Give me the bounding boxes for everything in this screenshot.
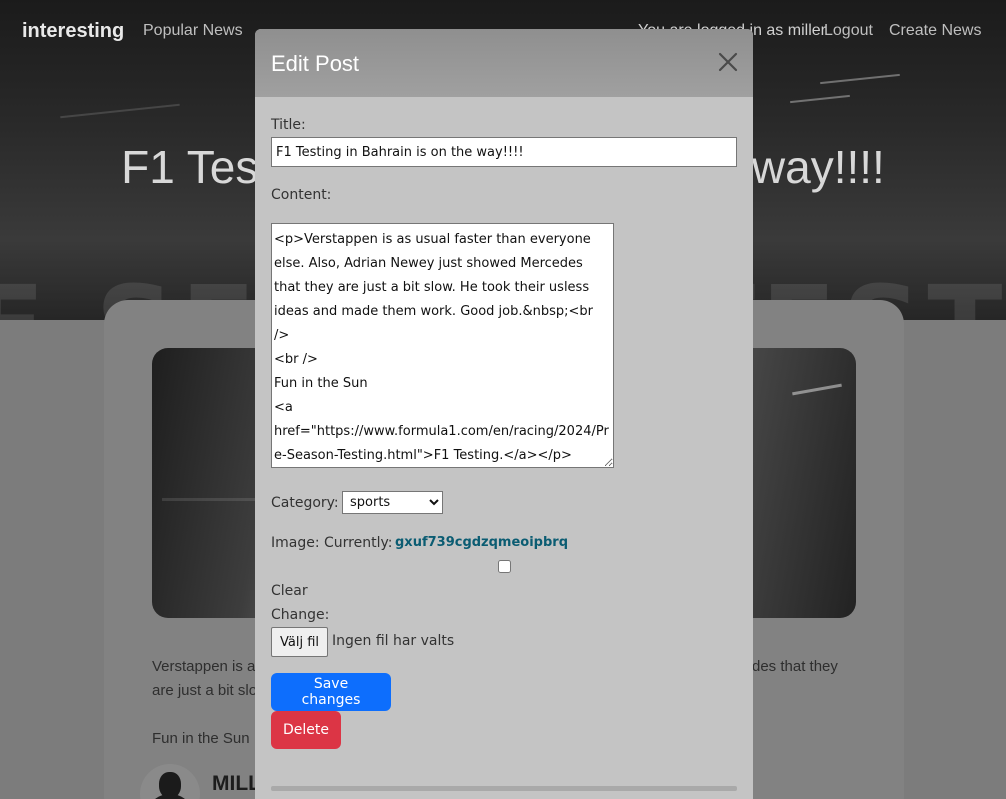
light-streak: [820, 73, 900, 85]
file-status-text: Ingen fil har valts: [332, 633, 455, 649]
close-icon: [718, 52, 738, 72]
edit-post-modal: Edit Post Title: Content: <p>Verstappen …: [255, 29, 753, 799]
post-body-line-1-left: Verstappen is a: [152, 658, 256, 675]
nav-link-logout[interactable]: Logout: [824, 22, 873, 40]
delete-button[interactable]: Delete: [271, 711, 341, 749]
post-body-line-2: are just a bit slo: [152, 682, 258, 699]
clear-image-checkbox[interactable]: [498, 560, 511, 573]
light-streak: [790, 94, 850, 104]
title-label: Title:: [271, 117, 306, 133]
modal-title: Edit Post: [271, 51, 360, 76]
category-label: Category:: [271, 495, 339, 511]
post-body-line-1-right: des that they: [752, 658, 838, 675]
close-button[interactable]: [717, 51, 739, 73]
modal-divider: [271, 786, 737, 791]
nav-link-create-news[interactable]: Create News: [889, 22, 981, 40]
category-select[interactable]: sports: [342, 491, 443, 514]
save-changes-button[interactable]: Save changes: [271, 673, 391, 711]
nav-link-popular-news[interactable]: Popular News: [143, 22, 243, 40]
image-label: Image: Currently:: [271, 535, 393, 551]
content-textarea[interactable]: <p>Verstappen is as usual faster than ev…: [271, 223, 614, 468]
light-streak: [60, 103, 180, 119]
avatar-body: [150, 794, 190, 799]
change-label: Change:: [271, 607, 330, 623]
brand-logo[interactable]: interesting: [22, 20, 124, 43]
post-body-line-3: Fun in the Sun: [152, 730, 250, 747]
content-label: Content:: [271, 187, 332, 203]
modal-header: Edit Post: [255, 29, 753, 97]
current-image-link[interactable]: gxuf739cgdzqmeoipbrq: [395, 535, 568, 550]
choose-file-button[interactable]: Välj fil: [271, 627, 328, 657]
title-input[interactable]: [271, 137, 737, 167]
clear-label: Clear: [271, 583, 308, 599]
author-name: MILL: [212, 772, 261, 795]
light-streak: [792, 383, 842, 396]
